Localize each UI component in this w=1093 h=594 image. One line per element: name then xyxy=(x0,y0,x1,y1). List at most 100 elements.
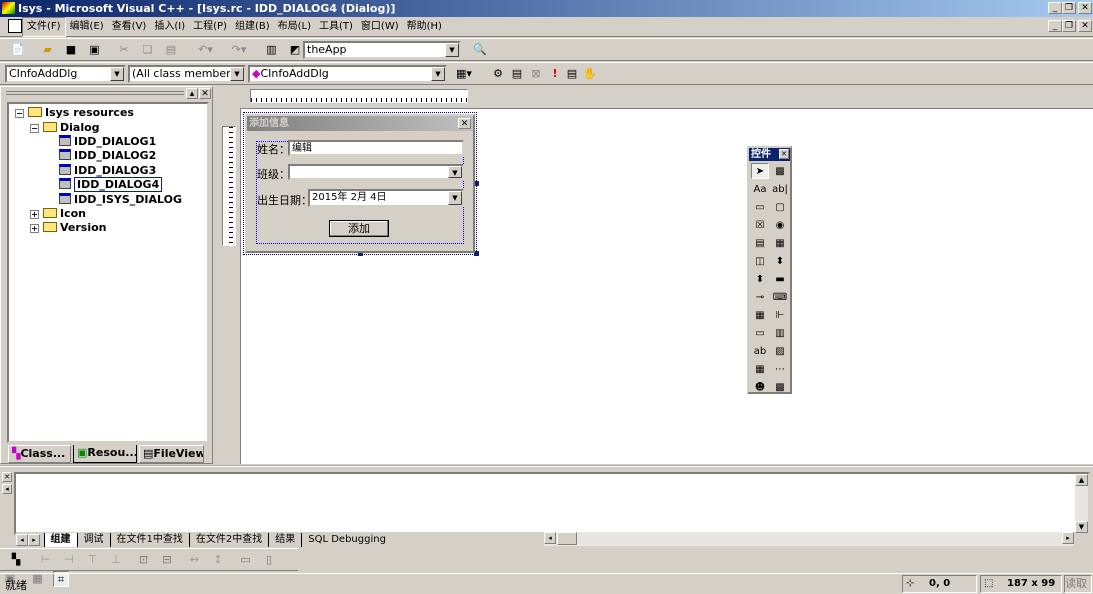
tab-fileview[interactable]: ▤FileView xyxy=(139,445,204,463)
month-calendar-icon[interactable]: ▦ xyxy=(751,362,769,378)
redo-icon[interactable]: ↷▾ xyxy=(226,42,252,58)
menu-item[interactable]: 帮助(H) xyxy=(403,18,446,36)
class-combo[interactable]: CInfoAddDlg ▼ xyxy=(5,65,126,83)
copy-icon[interactable]: ❏ xyxy=(140,42,156,58)
doc-close-button[interactable]: ✕ xyxy=(1078,20,1092,32)
chevron-down-icon[interactable]: ▼ xyxy=(448,191,462,205)
tree-dialog-folder[interactable]: − Dialog xyxy=(30,121,100,135)
new-text-file-icon[interactable]: 📄 xyxy=(10,42,26,58)
class-combo-box[interactable]: ▼ xyxy=(288,164,464,180)
scroll-thumb[interactable] xyxy=(557,532,577,545)
gripper[interactable] xyxy=(6,91,184,95)
button-icon[interactable]: ▢ xyxy=(771,200,789,216)
group-box-icon[interactable]: ▭ xyxy=(751,200,769,216)
spin-icon[interactable]: ⬍ xyxy=(751,272,769,288)
menu-item[interactable]: 编辑(E) xyxy=(66,18,108,36)
save-icon[interactable]: ■ xyxy=(63,42,79,58)
center-horizontal-icon[interactable]: ⊟ xyxy=(159,552,175,568)
breakpoint-icon[interactable]: ✋ xyxy=(582,66,598,82)
output-tab[interactable]: 在文件2中查找 xyxy=(188,533,268,547)
date-time-picker-icon[interactable]: ▨ xyxy=(771,344,789,360)
scroll-up-icon[interactable]: ▲ xyxy=(1075,474,1088,486)
list-box-icon[interactable]: ▦ xyxy=(771,236,789,252)
chevron-down-icon[interactable]: ▼ xyxy=(445,43,459,57)
tree-control-icon[interactable]: ⊩ xyxy=(771,308,789,324)
workspace-icon[interactable]: ▥ xyxy=(264,42,280,58)
picture-icon[interactable]: ▩ xyxy=(771,164,789,180)
menu-item[interactable]: 查看(V) xyxy=(108,18,151,36)
palette-close-button[interactable]: ✕ xyxy=(779,149,789,159)
resource-tree[interactable]: − Isys resources − Dialog IDD_DIALOG1 IDD_… xyxy=(7,102,209,443)
menu-item[interactable]: 工程(P) xyxy=(189,18,231,36)
tab-classview[interactable]: ▚Class... xyxy=(8,445,71,463)
output-text-area[interactable] xyxy=(14,472,1090,535)
tree-item-dialog[interactable]: IDD_DIALOG3 xyxy=(59,164,156,178)
output-tab[interactable]: 组建 xyxy=(43,533,77,547)
pointer-icon[interactable]: ➤ xyxy=(751,163,769,179)
menu-item[interactable]: 工具(T) xyxy=(315,18,357,36)
cut-icon[interactable]: ✂ xyxy=(116,42,132,58)
collapse-icon[interactable]: − xyxy=(15,109,24,118)
search-icon[interactable]: 🔍 xyxy=(472,42,488,58)
scroll-down-icon[interactable]: ▼ xyxy=(1075,521,1088,533)
hotkey-icon[interactable]: ⌨ xyxy=(771,290,789,306)
go-icon[interactable]: ▤ xyxy=(564,66,580,82)
chevron-down-icon[interactable]: ▼ xyxy=(448,166,462,178)
menu-item[interactable]: 组建(B) xyxy=(231,18,274,36)
chevron-down-icon[interactable]: ▼ xyxy=(431,67,445,81)
tab-scroll-left-icon[interactable]: ◂ xyxy=(16,534,28,546)
space-across-icon[interactable]: ↔ xyxy=(187,552,203,568)
ip-address-icon[interactable]: ⋯ xyxy=(771,362,789,378)
vertical-ruler[interactable] xyxy=(222,126,236,246)
tree-item-dialog[interactable]: IDD_ISYS_DIALOG xyxy=(59,193,182,207)
tab-scroll-right-icon[interactable]: ▸ xyxy=(28,534,40,546)
align-left-icon[interactable]: ⊢ xyxy=(38,552,54,568)
dialog-preview[interactable]: 添加信息 ✕ 姓名： 编辑 班级： ▼ 出生日期： 2015年 2月 4日 ▼ 添… xyxy=(245,114,475,253)
custom-control-icon[interactable]: ☻ xyxy=(751,380,769,396)
combo-box-icon[interactable]: ▤ xyxy=(751,236,769,252)
make-same-height-icon[interactable]: ▯ xyxy=(261,552,277,568)
doc-restore-button[interactable]: ❐ xyxy=(1062,20,1076,32)
find-combo[interactable]: theApp ▼ xyxy=(303,41,461,59)
dialog-close-button[interactable]: ✕ xyxy=(458,118,471,129)
tree-item-dialog[interactable]: IDD_DIALOG1 xyxy=(59,135,156,149)
center-vertical-icon[interactable]: ⊡ xyxy=(136,552,152,568)
build-icon[interactable]: ▤ xyxy=(509,66,525,82)
align-right-icon[interactable]: ⊣ xyxy=(61,552,77,568)
tab-control-icon[interactable]: ▭ xyxy=(751,326,769,342)
scroll-left-icon[interactable]: ◂ xyxy=(544,532,556,544)
horizontal-scroll-icon[interactable]: ◫ xyxy=(751,254,769,270)
test-dialog-icon[interactable]: ▚ xyxy=(8,552,24,568)
radio-button-icon[interactable]: ◉ xyxy=(771,218,789,234)
edit-box-icon[interactable]: ab| xyxy=(771,182,789,198)
menu-item[interactable]: 窗口(W) xyxy=(357,18,403,36)
name-input[interactable]: 编辑 xyxy=(288,140,464,156)
tree-root[interactable]: − Isys resources xyxy=(15,106,134,120)
horizontal-ruler[interactable] xyxy=(250,89,468,103)
rich-edit-icon[interactable]: ab xyxy=(751,344,769,360)
tab-resourceview[interactable]: ▣Resou... xyxy=(73,445,137,463)
add-button[interactable]: 添加 xyxy=(329,220,389,237)
tree-item-dialog[interactable]: IDD_DIALOG2 xyxy=(59,149,156,163)
close-output-button[interactable]: ✕ xyxy=(2,472,12,482)
open-icon[interactable]: ▰ xyxy=(40,42,56,58)
collapse-icon[interactable]: − xyxy=(30,124,39,133)
tree-version-folder[interactable]: + Version xyxy=(30,221,107,235)
menu-item[interactable]: 文件(F) xyxy=(22,17,66,37)
align-bottom-icon[interactable]: ⊥ xyxy=(108,552,124,568)
close-button[interactable]: ✕ xyxy=(1078,2,1092,14)
tree-icon-folder[interactable]: + Icon xyxy=(30,207,86,221)
birth-date-picker[interactable]: 2015年 2月 4日 ▼ xyxy=(308,189,464,207)
list-control-icon[interactable]: ▦ xyxy=(751,308,769,324)
execute-icon[interactable]: ! xyxy=(547,66,563,82)
members-combo[interactable]: (All class members) ▼ xyxy=(128,65,246,83)
menu-item[interactable]: 插入(I) xyxy=(150,18,189,36)
output-icon[interactable]: ◩ xyxy=(287,42,303,58)
menu-item[interactable]: 布局(L) xyxy=(274,18,315,36)
output-horizontal-scrollbar[interactable]: ◂ ▸ xyxy=(544,532,1074,546)
align-top-icon[interactable]: ⊤ xyxy=(85,552,101,568)
paste-icon[interactable]: ▤ xyxy=(163,42,179,58)
slider-icon[interactable]: ⊸ xyxy=(751,290,769,306)
output-tab[interactable]: 在文件1中查找 xyxy=(109,533,189,547)
minimize-button[interactable]: _ xyxy=(1048,2,1062,14)
